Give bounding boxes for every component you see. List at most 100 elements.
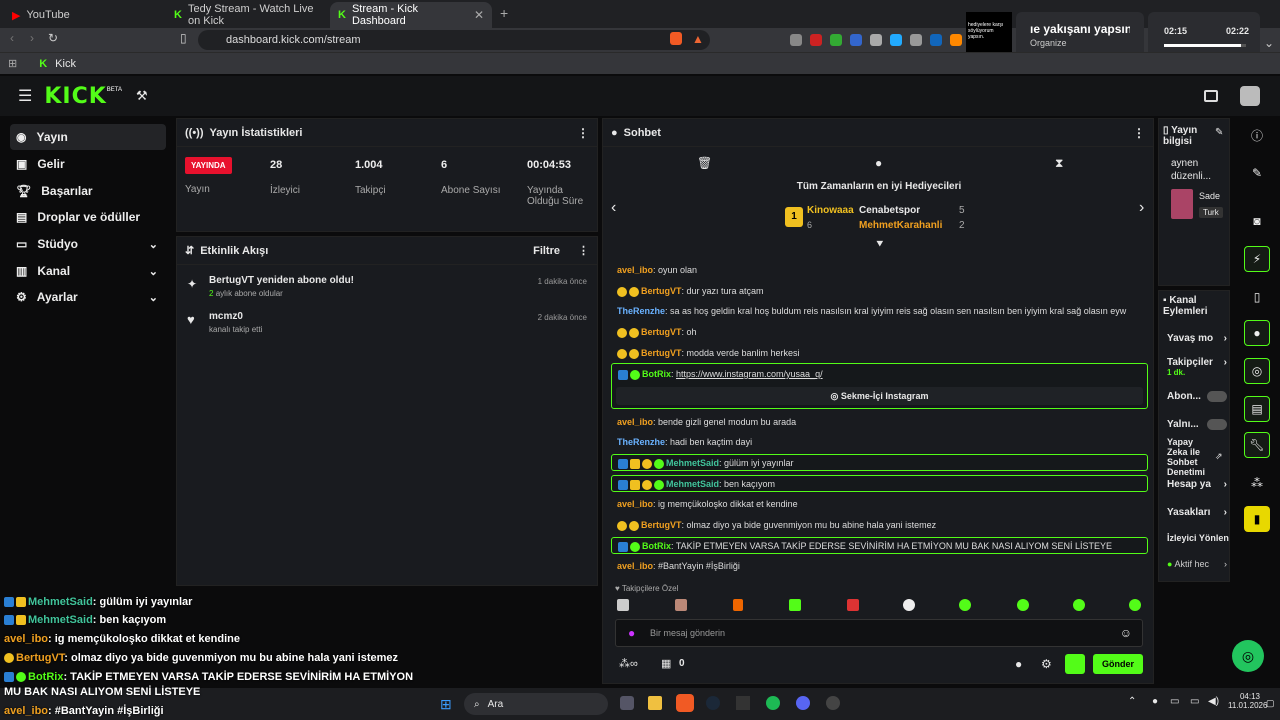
emote-icon[interactable]	[903, 599, 915, 611]
avatar[interactable]	[1240, 86, 1260, 106]
extension-icon[interactable]	[870, 34, 882, 46]
sidebar-item-kanal[interactable]: ▥ Kanal ⌄	[10, 258, 166, 284]
forward-icon[interactable]: ›	[30, 31, 34, 45]
broadcast-icon[interactable]: ◎	[1244, 358, 1270, 384]
gear-icon[interactable]: ⚙	[1041, 657, 1052, 671]
tab-tedy-stream[interactable]: K Tedy Stream - Watch Live on Kick	[166, 2, 328, 28]
instagram-button[interactable]: ◎ Sekme-İçi Instagram	[616, 387, 1143, 405]
close-icon[interactable]: ✕	[474, 8, 484, 22]
points-icon[interactable]: ⁂∞	[619, 657, 638, 670]
volume-icon[interactable]: ◀)	[1208, 696, 1219, 707]
action-slow-mode[interactable]: Yavaş mo ›	[1167, 333, 1227, 344]
extension-icon[interactable]	[930, 34, 942, 46]
sidebar-item-gelir[interactable]: ▣ Gelir	[10, 151, 166, 177]
more-icon[interactable]: ⋮	[577, 126, 589, 140]
more-icon[interactable]: ⋮	[578, 244, 589, 257]
external-link-icon[interactable]: ⇗	[1215, 451, 1223, 462]
tab-kick-dashboard[interactable]: K Stream - Kick Dashboard ✕	[330, 2, 492, 28]
taskbar-app-icon[interactable]	[620, 696, 634, 710]
emote-icon[interactable]	[847, 599, 859, 611]
extension-icon[interactable]	[950, 34, 962, 46]
filter-button[interactable]: Filtre	[533, 245, 560, 257]
document-icon[interactable]: ▯	[1244, 284, 1270, 310]
info-icon[interactable]: ⓘ	[1244, 122, 1270, 148]
bookmark-icon[interactable]: ▯	[180, 31, 187, 45]
chevron-right-icon[interactable]: ›	[1139, 199, 1144, 217]
pin-icon[interactable]: ⯆	[875, 237, 885, 252]
extension-icon[interactable]	[790, 34, 802, 46]
share-icon[interactable]: ⁂	[1244, 470, 1270, 496]
notification-icon[interactable]: ▢	[1266, 698, 1275, 709]
wrench-icon[interactable]: 🔧︎	[1244, 432, 1270, 458]
rewards-icon[interactable]: ▲	[692, 32, 704, 46]
emote-icon[interactable]	[789, 599, 801, 611]
edit-icon[interactable]: ✎	[1244, 160, 1270, 186]
epic-games-icon[interactable]	[736, 696, 750, 710]
emote-icon[interactable]	[1017, 599, 1029, 611]
taskbar-search[interactable]: ⌕ Ara	[464, 693, 608, 715]
clock[interactable]: 04:13 11.01.2026	[1228, 692, 1267, 710]
store-icon[interactable]: ▦	[661, 657, 671, 670]
back-icon[interactable]: ‹	[10, 31, 14, 45]
tab-youtube[interactable]: ▶ YouTube	[4, 2, 164, 28]
chat-icon[interactable]: ●	[1244, 320, 1270, 346]
extension-icon[interactable]	[910, 34, 922, 46]
brave-icon[interactable]	[676, 694, 694, 712]
chevron-down-icon[interactable]: ⌄	[1264, 36, 1274, 50]
emote-icon[interactable]	[733, 599, 743, 611]
folder-icon[interactable]	[648, 696, 662, 710]
sidebar-item-studyo[interactable]: ▭ Stüdyo ⌄	[10, 231, 166, 257]
discord-icon[interactable]	[796, 696, 810, 710]
new-tab-button[interactable]: +	[500, 5, 508, 21]
sidebar-item-ayarlar[interactable]: ⚙ Ayarlar ⌄	[10, 284, 166, 310]
action-active-target[interactable]: ● Aktif hec ›	[1167, 559, 1227, 569]
microphone-icon[interactable]: ●	[628, 626, 635, 640]
windows-start-icon[interactable]: ⊞	[440, 696, 452, 713]
keyboard-icon[interactable]: ▭	[1170, 696, 1179, 707]
category-thumbnail[interactable]	[1171, 189, 1193, 219]
emote-icon[interactable]	[959, 599, 971, 611]
creator-tools-icon[interactable]: ⚒	[136, 88, 148, 104]
extension-icon[interactable]	[850, 34, 862, 46]
obs-icon[interactable]	[826, 696, 840, 710]
display-icon[interactable]: ▭	[1190, 696, 1199, 707]
camera-icon[interactable]: ◙	[1244, 208, 1270, 234]
emote-icon[interactable]	[1073, 599, 1085, 611]
edit-icon[interactable]: ✎	[1215, 127, 1223, 138]
extension-icon[interactable]	[810, 34, 822, 46]
kick-logo[interactable]: KICK	[44, 84, 106, 109]
action-emote-only[interactable]: Yalnı...	[1167, 419, 1227, 430]
bot-icon[interactable]	[1065, 654, 1085, 674]
action-followers-only[interactable]: Takipçiler › 1 dk.	[1167, 357, 1227, 377]
action-subscribers-only[interactable]: Abon...	[1167, 391, 1227, 402]
trash-icon[interactable]: 🗑︎	[697, 156, 712, 170]
brave-shield-icon[interactable]	[670, 32, 682, 45]
action-bans[interactable]: Yasakları ›	[1167, 507, 1227, 518]
emoji-icon[interactable]: ☺	[1120, 626, 1132, 640]
hourglass-icon[interactable]: ⧗	[1055, 156, 1063, 171]
send-button[interactable]: Gönder	[1093, 654, 1143, 674]
apps-icon[interactable]: ⊞	[8, 57, 17, 70]
sidebar-item-basarilar[interactable]: 🏆︎ Başarılar	[10, 178, 166, 204]
emote-icon[interactable]	[1129, 599, 1141, 611]
steam-icon[interactable]	[706, 696, 720, 710]
extension-icon[interactable]	[890, 34, 902, 46]
more-icon[interactable]: ⋮	[1133, 126, 1145, 140]
extension-icon[interactable]	[830, 34, 842, 46]
bookmark-kick[interactable]: Kick	[55, 58, 76, 70]
url-field[interactable]: dashboard.kick.com/stream	[198, 30, 710, 50]
chat-bubble-icon[interactable]: ●	[1015, 657, 1022, 671]
action-account-age[interactable]: Hesap ya ›	[1167, 479, 1227, 490]
microphone-icon[interactable]: ●	[1152, 696, 1158, 707]
layout-icon[interactable]: ▤	[1244, 396, 1270, 422]
clapper-icon[interactable]: ▮	[1244, 506, 1270, 532]
spotify-icon[interactable]	[766, 696, 780, 710]
sidebar-item-yayin[interactable]: ◉ Yayın	[10, 124, 166, 150]
lightning-icon[interactable]: ⚡︎	[1244, 246, 1270, 272]
reload-icon[interactable]: ↻	[48, 31, 58, 45]
chevron-up-icon[interactable]: ⌃	[1128, 696, 1136, 707]
chat-bubble-icon[interactable]: ●	[875, 156, 882, 170]
sidebar-item-droplar[interactable]: ▤ Droplar ve ödüller	[10, 204, 166, 230]
menu-icon[interactable]: ☰	[18, 86, 32, 106]
action-viewer-redirect[interactable]: İzleyici Yönlen	[1167, 533, 1231, 543]
